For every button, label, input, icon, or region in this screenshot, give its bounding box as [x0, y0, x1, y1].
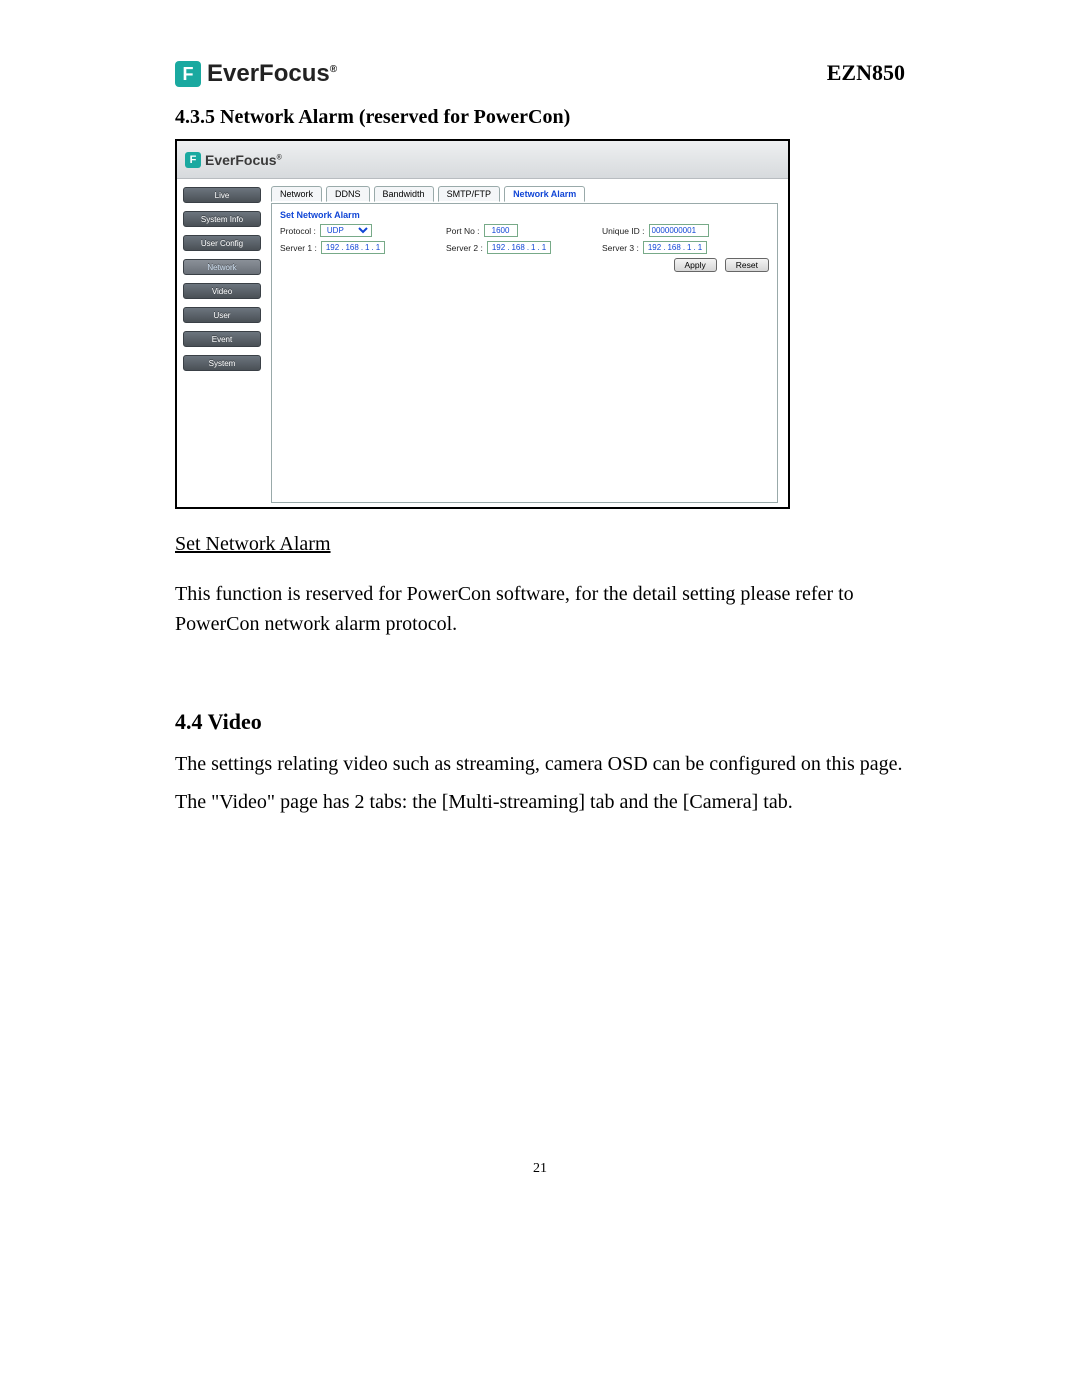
brand-name: EverFocus: [207, 60, 330, 87]
section-44-para2: The "Video" page has 2 tabs: the [Multi-…: [175, 787, 905, 817]
port-input[interactable]: [484, 224, 518, 237]
sidebar-item-live[interactable]: Live: [183, 187, 261, 203]
app-logo-text: EverFocus®: [205, 152, 282, 168]
tab-bar: Network DDNS Bandwidth SMTP/FTP Network …: [271, 185, 778, 201]
sidebar-item-system-info[interactable]: System Info: [183, 211, 261, 227]
brand-logo: F EverFocus®: [175, 60, 337, 88]
section-44-heading: 4.4 Video: [175, 709, 905, 735]
app-brand-name: EverFocus: [205, 152, 277, 168]
reset-button[interactable]: Reset: [725, 258, 769, 272]
tab-ddns[interactable]: DDNS: [326, 186, 370, 202]
brand-logo-text: EverFocus®: [207, 60, 337, 88]
sidebar: Live System Info User Config Network Vid…: [177, 179, 267, 507]
server1-label: Server 1 :: [280, 243, 317, 253]
main-panel: Network DDNS Bandwidth SMTP/FTP Network …: [267, 179, 788, 507]
app-registered-mark: ®: [277, 154, 282, 161]
server3-label: Server 3 :: [602, 243, 639, 253]
sidebar-item-system[interactable]: System: [183, 355, 261, 371]
section-44-para1: The settings relating video such as stre…: [175, 749, 905, 779]
network-alarm-screenshot: F EverFocus® Live System Info User Confi…: [175, 139, 790, 509]
uniqueid-label: Unique ID :: [602, 226, 645, 236]
tab-network[interactable]: Network: [271, 186, 322, 202]
settings-panel: Set Network Alarm Protocol : UDP Port No…: [271, 203, 778, 503]
sidebar-item-user-config[interactable]: User Config: [183, 235, 261, 251]
model-number: EZN850: [827, 60, 905, 88]
tab-network-alarm[interactable]: Network Alarm: [504, 186, 585, 202]
section-435-paragraph: This function is reserved for PowerCon s…: [175, 579, 905, 639]
protocol-select[interactable]: UDP: [320, 224, 372, 237]
page-header: F EverFocus® EZN850: [175, 60, 905, 88]
section-435-heading: 4.3.5 Network Alarm (reserved for PowerC…: [175, 106, 905, 129]
page-number: 21: [0, 1161, 1080, 1177]
panel-title: Set Network Alarm: [280, 210, 769, 220]
app-topbar: F EverFocus®: [177, 141, 788, 179]
tab-smtp-ftp[interactable]: SMTP/FTP: [438, 186, 501, 202]
registered-mark: ®: [330, 64, 337, 75]
protocol-label: Protocol :: [280, 226, 316, 236]
brand-logo-icon: F: [175, 61, 201, 87]
sidebar-item-event[interactable]: Event: [183, 331, 261, 347]
sidebar-item-network[interactable]: Network: [183, 259, 261, 275]
sidebar-item-user[interactable]: User: [183, 307, 261, 323]
apply-button[interactable]: Apply: [674, 258, 717, 272]
server2-ip-input[interactable]: 192.168.1.1: [487, 241, 551, 254]
server1-ip-input[interactable]: 192.168.1.1: [321, 241, 385, 254]
sidebar-item-video[interactable]: Video: [183, 283, 261, 299]
tab-bandwidth[interactable]: Bandwidth: [374, 186, 434, 202]
port-label: Port No :: [446, 226, 480, 236]
set-network-alarm-subhead: Set Network Alarm: [175, 529, 905, 559]
server2-label: Server 2 :: [446, 243, 483, 253]
app-logo-icon: F: [185, 152, 201, 168]
server3-ip-input[interactable]: 192.168.1.1: [643, 241, 707, 254]
uniqueid-input[interactable]: [649, 224, 709, 237]
